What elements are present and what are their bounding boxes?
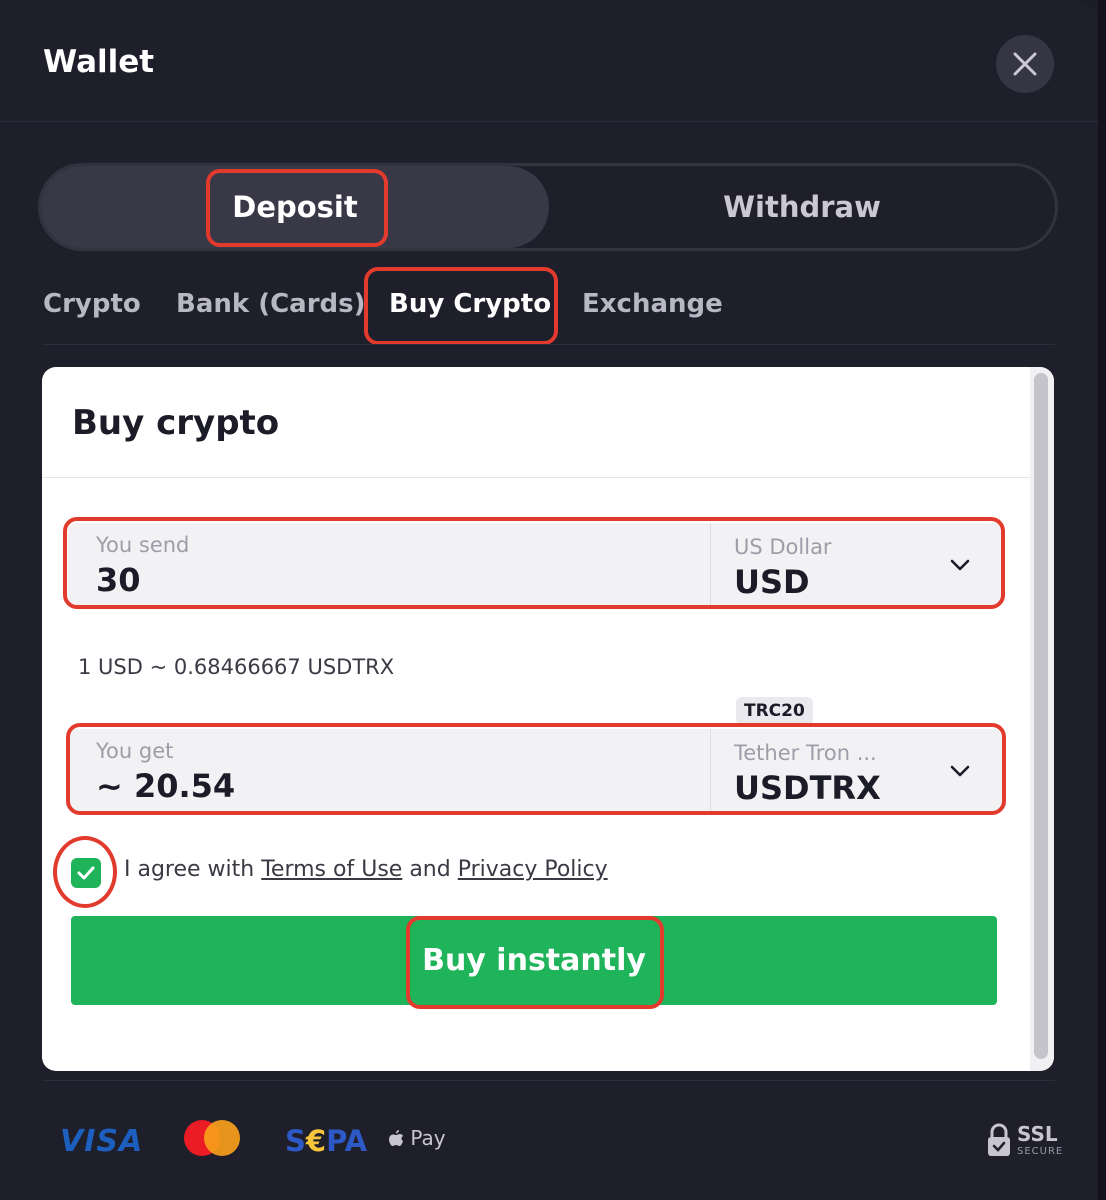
send-currency-code: USD <box>734 563 810 601</box>
sepa-euro: € <box>305 1124 327 1158</box>
send-field: You send 30 US Dollar USD <box>68 523 1002 607</box>
get-field: You get ~ 20.54 Tether Tron ... USDTRX <box>68 729 1002 813</box>
send-field-separator <box>710 523 711 607</box>
lock-icon <box>988 1123 1010 1156</box>
wallet-modal: Wallet Deposit Withdraw Crypto Bank (Car… <box>0 0 1098 1200</box>
chevron-down-icon[interactable] <box>948 759 972 783</box>
chevron-down-icon[interactable] <box>948 553 972 577</box>
subtabs-divider <box>43 344 1055 345</box>
tab-exchange[interactable]: Exchange <box>582 280 723 328</box>
deposit-tab[interactable]: Deposit <box>41 166 549 248</box>
mastercard-icon <box>184 1120 240 1156</box>
network-badge: TRC20 <box>736 697 813 725</box>
scroll-thumb[interactable] <box>1034 373 1048 1059</box>
get-currency-select[interactable]: Tether Tron ... USDTRX <box>734 741 881 807</box>
background-edge <box>1098 0 1106 1200</box>
deposit-method-tabs: Crypto Bank (Cards) Buy Crypto Exchange <box>43 280 1055 328</box>
send-value: 30 <box>96 561 141 599</box>
checkbox-highlight <box>53 836 117 908</box>
card-title: Buy crypto <box>72 403 280 443</box>
visa-text: VISA <box>60 1124 144 1159</box>
payment-methods: VISA S€PA Pay SSL SECURE <box>0 1110 1098 1170</box>
tab-crypto[interactable]: Crypto <box>43 280 141 328</box>
privacy-link[interactable]: Privacy Policy <box>458 857 608 882</box>
ssl-secure-badge: SSL SECURE <box>986 1118 1066 1162</box>
agree-text: I agree with Terms of Use and Privacy Po… <box>124 857 608 882</box>
send-currency-name: US Dollar <box>734 535 832 559</box>
sepa-s: S <box>285 1124 306 1158</box>
ssl-subtext: SECURE <box>1017 1146 1064 1157</box>
agree-and: and <box>409 857 451 882</box>
buy-crypto-card: Buy crypto You send 30 US Dollar USD 1 U… <box>42 367 1054 1071</box>
mastercard-orange-circle <box>204 1120 240 1156</box>
tab-bank-cards[interactable]: Bank (Cards) <box>176 280 366 328</box>
get-field-separator <box>710 729 711 813</box>
send-currency-select[interactable]: US Dollar USD <box>734 535 832 601</box>
exchange-rate: 1 USD ~ 0.68466667 USDTRX <box>78 655 395 679</box>
agree-prefix: I agree with <box>124 857 255 882</box>
buy-instantly-button[interactable]: Buy instantly <box>71 916 997 1005</box>
footer-divider <box>43 1080 1055 1081</box>
sepa-logo: S€PA <box>285 1124 367 1158</box>
withdraw-tab[interactable]: Withdraw <box>549 166 1055 248</box>
card-scrollbar[interactable] <box>1030 367 1054 1071</box>
get-currency-name: Tether Tron ... <box>734 741 877 765</box>
deposit-withdraw-toggle: Deposit Withdraw <box>38 163 1058 251</box>
ssl-text: SSL <box>1017 1122 1058 1146</box>
visa-logo: VISA <box>60 1124 143 1159</box>
get-currency-code: USDTRX <box>734 769 881 807</box>
tab-buy-crypto[interactable]: Buy Crypto <box>389 280 551 328</box>
apple-pay-text: Pay <box>410 1126 446 1150</box>
close-icon <box>1013 52 1037 76</box>
send-amount-input[interactable]: You send 30 <box>96 533 189 599</box>
apple-icon <box>389 1130 403 1146</box>
modal-header: Wallet <box>0 0 1098 122</box>
get-label: You get <box>96 739 174 763</box>
sepa-pa: PA <box>326 1124 368 1158</box>
apple-pay-logo: Pay <box>388 1126 446 1150</box>
close-button[interactable] <box>996 35 1054 93</box>
send-label: You send <box>96 533 190 557</box>
get-value: ~ 20.54 <box>96 767 236 805</box>
terms-link[interactable]: Terms of Use <box>261 857 402 882</box>
card-divider <box>42 477 1032 478</box>
get-amount-display: You get ~ 20.54 <box>96 739 235 805</box>
modal-title: Wallet <box>43 44 155 80</box>
